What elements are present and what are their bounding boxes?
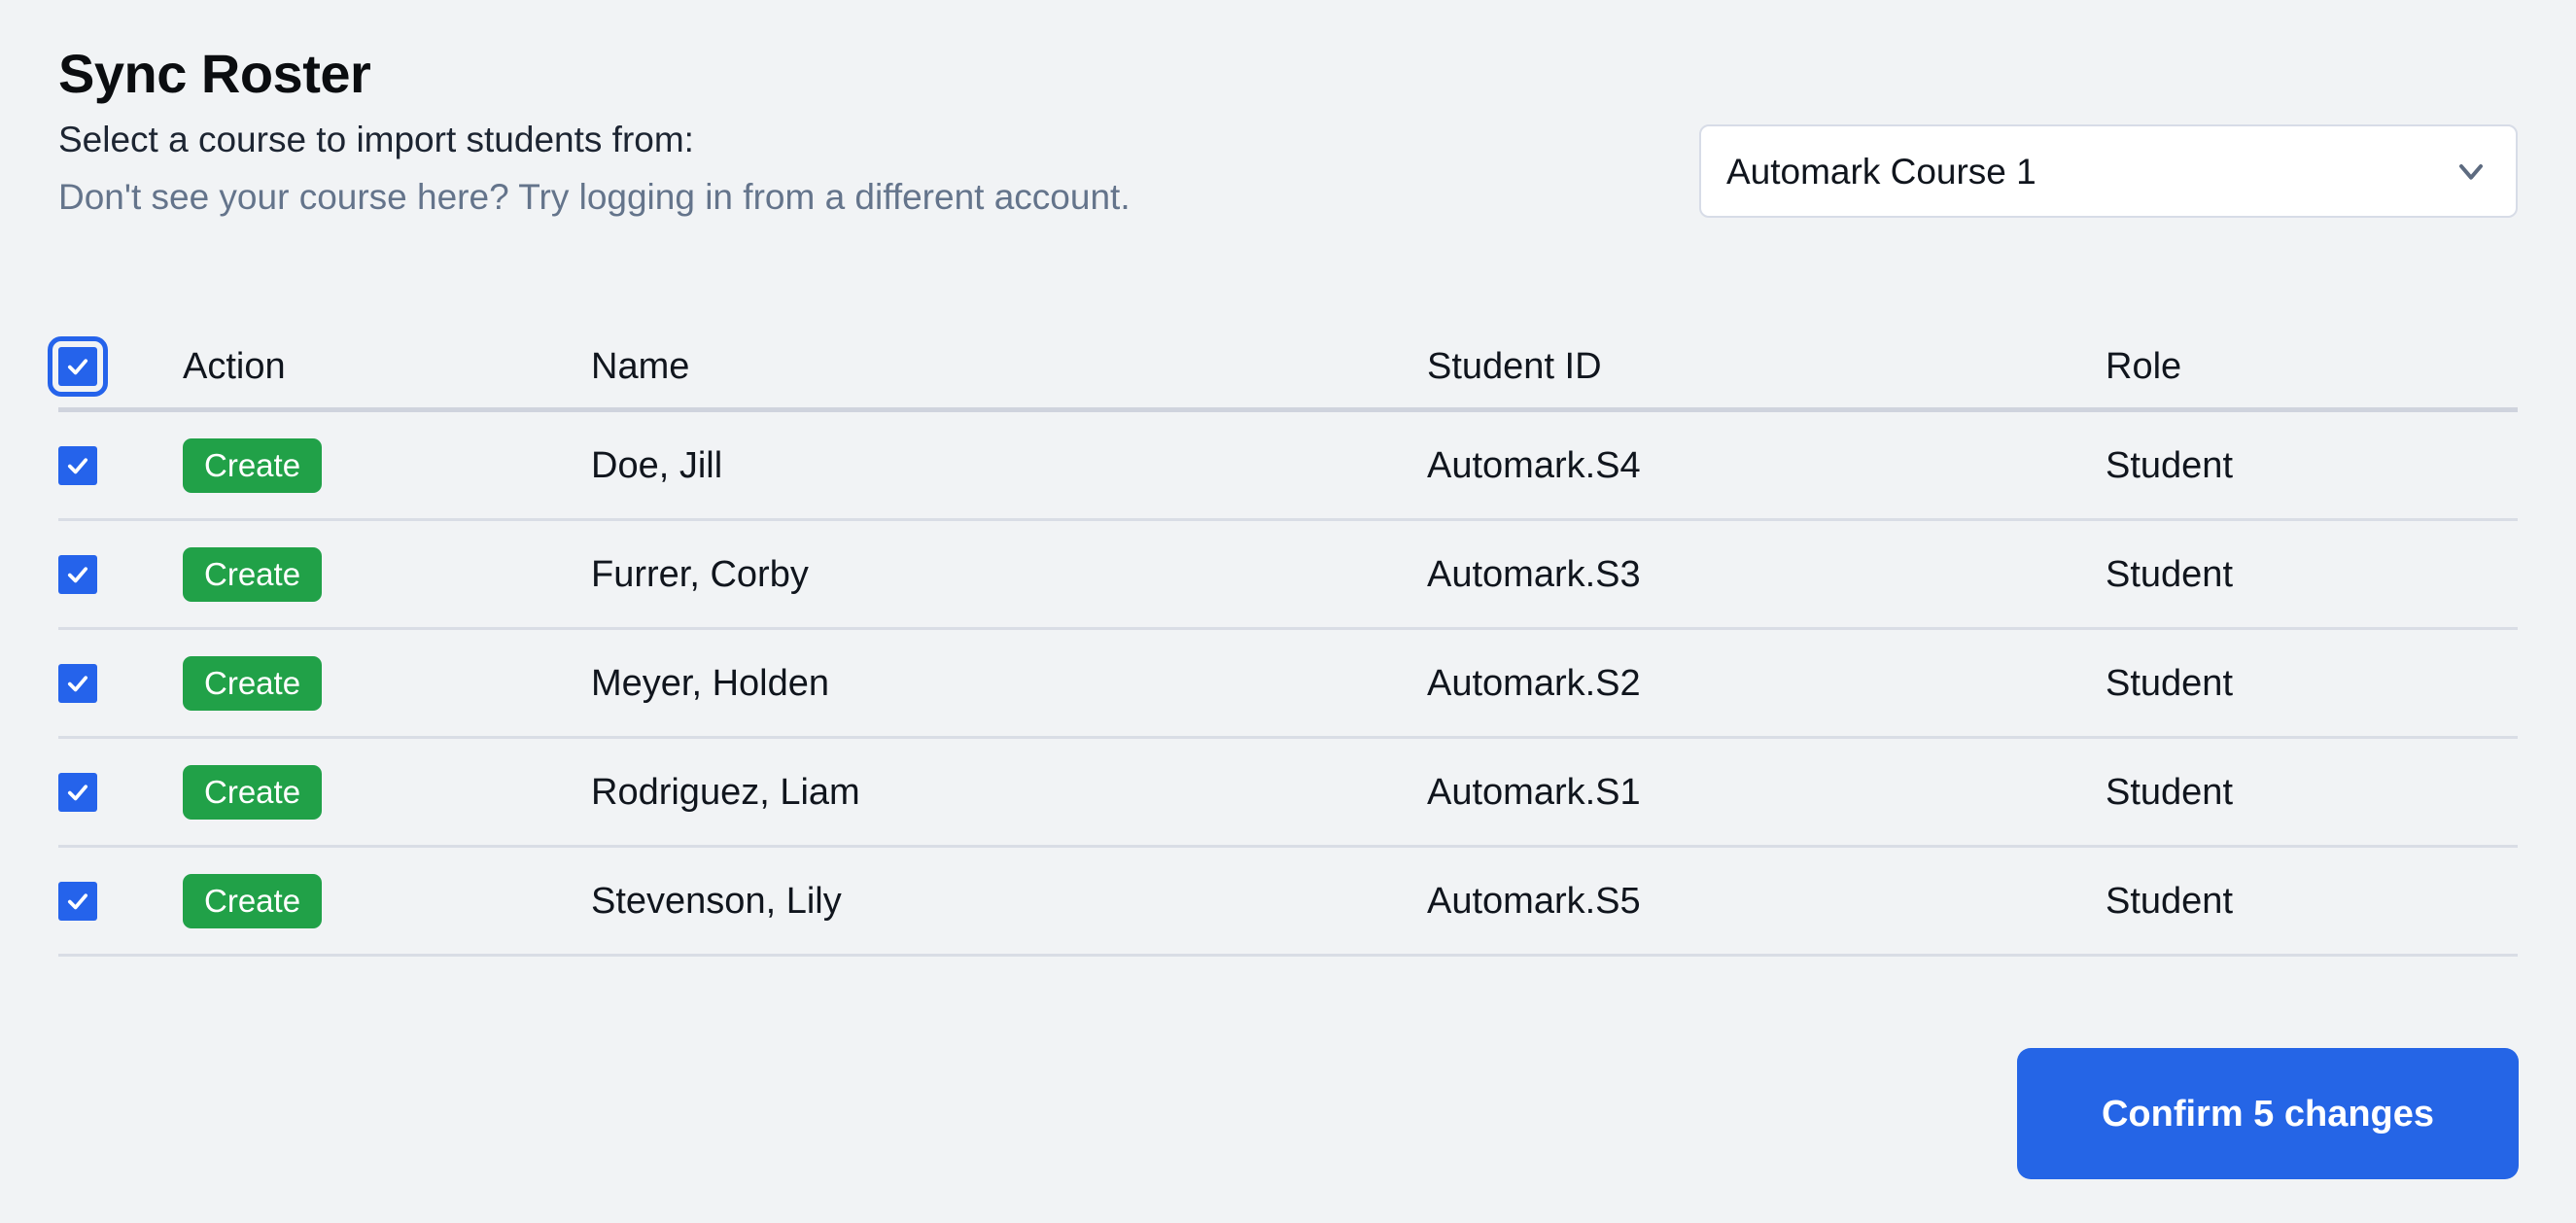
row-name: Furrer, Corby <box>591 553 809 595</box>
row-role: Student <box>2106 880 2233 922</box>
column-header-role: Role <box>2106 345 2182 387</box>
row-role: Student <box>2106 444 2233 486</box>
header-block: Sync Roster Select a course to import st… <box>58 43 1711 219</box>
create-button[interactable]: Create <box>183 546 323 602</box>
create-button[interactable]: Create <box>183 764 323 820</box>
row-checkbox[interactable] <box>58 554 97 594</box>
row-action-cell: Create <box>183 546 591 602</box>
chevron-down-icon <box>2452 152 2490 191</box>
row-student-id: Automark.S1 <box>1427 771 1641 813</box>
create-button[interactable]: Create <box>183 437 323 493</box>
row-select-cell <box>58 881 183 921</box>
row-action-cell: Create <box>183 655 591 711</box>
row-select-cell <box>58 663 183 703</box>
page-hint: Don't see your course here? Try logging … <box>58 176 1131 217</box>
row-checkbox[interactable] <box>58 881 97 921</box>
row-student-id: Automark.S2 <box>1427 662 1641 704</box>
row-student-id: Automark.S3 <box>1427 553 1641 595</box>
row-action-cell: Create <box>183 764 591 820</box>
create-button[interactable]: Create <box>183 655 323 711</box>
table-row: Create Rodriguez, Liam Automark.S1 Stude… <box>58 739 2518 848</box>
sync-roster-page: Sync Roster Select a course to import st… <box>0 0 2576 1223</box>
row-select-cell <box>58 772 183 812</box>
row-action-cell: Create <box>183 873 591 928</box>
table-row: Create Furrer, Corby Automark.S3 Student <box>58 521 2518 630</box>
row-select-cell <box>58 445 183 485</box>
row-checkbox[interactable] <box>58 772 97 812</box>
row-student-id: Automark.S5 <box>1427 880 1641 922</box>
row-role: Student <box>2106 771 2233 813</box>
page-subtitle: Select a course to import students from: <box>58 120 694 160</box>
table-row: Create Stevenson, Lily Automark.S5 Stude… <box>58 848 2518 957</box>
row-checkbox[interactable] <box>58 663 97 703</box>
row-role: Student <box>2106 662 2233 704</box>
course-select-value: Automark Course 1 <box>1726 151 2036 192</box>
table-header-row: Action Name Student ID Role <box>48 325 2518 412</box>
select-all-checkbox[interactable] <box>48 335 108 397</box>
row-student-id: Automark.S4 <box>1427 444 1641 486</box>
select-all-cell <box>48 335 183 397</box>
column-header-student-id: Student ID <box>1427 345 1602 387</box>
row-checkbox[interactable] <box>58 445 97 485</box>
confirm-changes-button[interactable]: Confirm 5 changes <box>2017 1048 2519 1179</box>
row-name: Stevenson, Lily <box>591 880 842 922</box>
table-row: Create Meyer, Holden Automark.S2 Student <box>58 630 2518 739</box>
row-role: Student <box>2106 553 2233 595</box>
row-name: Meyer, Holden <box>591 662 830 704</box>
course-select-dropdown[interactable]: Automark Course 1 <box>1699 124 2518 218</box>
row-action-cell: Create <box>183 437 591 493</box>
row-name: Doe, Jill <box>591 444 723 486</box>
column-header-name: Name <box>591 345 690 387</box>
create-button[interactable]: Create <box>183 873 323 928</box>
roster-table: Action Name Student ID Role Create Doe, … <box>48 325 2518 957</box>
row-select-cell <box>58 554 183 594</box>
column-header-action: Action <box>183 345 286 387</box>
row-name: Rodriguez, Liam <box>591 771 860 813</box>
page-title: Sync Roster <box>58 43 371 104</box>
table-row: Create Doe, Jill Automark.S4 Student <box>58 412 2518 521</box>
